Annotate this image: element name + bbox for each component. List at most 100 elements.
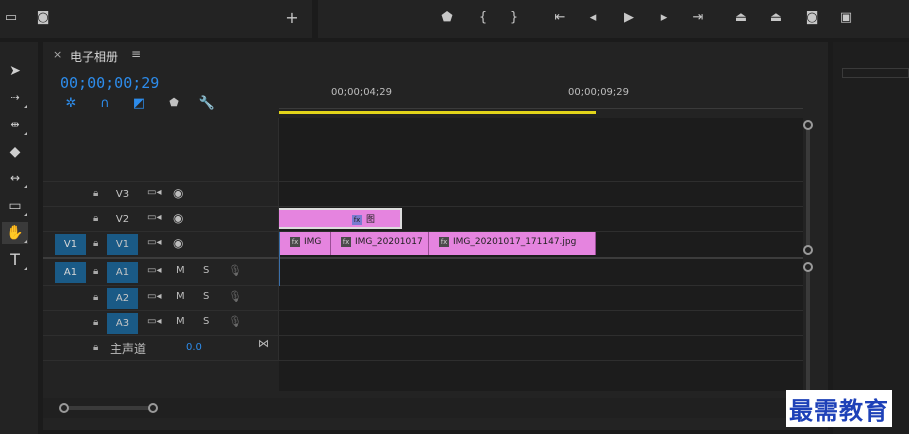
solo-button[interactable]: S <box>203 291 209 302</box>
lock-icon[interactable]: 🔒︎ <box>93 342 98 353</box>
timeline-settings-icon[interactable]: 🔧 <box>198 96 216 111</box>
source-patch-v1[interactable]: V1 <box>55 234 86 255</box>
export-frame-icon[interactable]: ▭ <box>2 10 20 26</box>
add-marker-icon[interactable]: ⬟ <box>165 96 183 109</box>
source-patch-a1[interactable]: A1 <box>55 262 86 283</box>
camera-icon[interactable]: ◙ <box>34 10 52 26</box>
hand-tool-icon[interactable]: ✋ <box>2 222 28 244</box>
scroll-handle[interactable] <box>803 262 813 272</box>
clip-v1[interactable]: fx IMG <box>280 232 331 255</box>
track-label-v1[interactable]: V1 <box>107 234 138 255</box>
eye-icon[interactable]: ◉ <box>173 236 183 250</box>
step-back-icon[interactable]: ◂ <box>584 10 602 26</box>
eye-icon[interactable]: ◉ <box>173 186 183 200</box>
audio-vertical-scrollbar[interactable] <box>806 267 810 395</box>
sync-lock-icon[interactable]: ▭◂ <box>147 187 161 198</box>
track-label-v2[interactable]: V2 <box>107 209 138 230</box>
play-icon[interactable]: ▶ <box>620 10 638 26</box>
video-vertical-scrollbar[interactable] <box>806 125 810 250</box>
sync-lock-icon[interactable]: ▭◂ <box>147 316 161 327</box>
step-forward-icon[interactable]: ▸ <box>655 10 673 26</box>
lock-icon[interactable]: 🔒︎ <box>93 188 98 199</box>
nest-toggle-icon[interactable]: ✲ <box>62 96 80 111</box>
clip-v2[interactable]: fx 图 <box>279 208 402 229</box>
track-label-a2[interactable]: A2 <box>107 288 138 309</box>
mark-in-icon[interactable]: { <box>474 10 492 26</box>
clip-label: 图 <box>366 215 376 225</box>
scroll-handle[interactable] <box>803 245 813 255</box>
clip-label: IMG_20201017 <box>355 237 423 247</box>
master-track-label: 主声道 <box>110 342 147 356</box>
fx-icon: fx <box>341 236 351 247</box>
microphone-icon[interactable]: 🎙︎ <box>228 264 242 277</box>
zoom-scroll-bar[interactable] <box>63 406 153 410</box>
sync-lock-icon[interactable]: ▭◂ <box>147 265 161 276</box>
master-volume-value[interactable]: 0.0 <box>186 342 202 353</box>
ripple-edit-tool-icon[interactable]: ⇹ <box>2 114 28 136</box>
zoom-scroll-track[interactable] <box>43 398 813 418</box>
video-audio-divider <box>43 257 803 259</box>
sync-lock-icon[interactable]: ▭◂ <box>147 212 161 223</box>
clip-v1[interactable]: fx IMG_20201017 <box>331 232 429 255</box>
microphone-icon[interactable]: 🎙︎ <box>228 315 242 328</box>
side-panel <box>833 42 909 434</box>
panel-tab-strip <box>842 68 909 78</box>
microphone-icon[interactable]: 🎙︎ <box>228 290 242 303</box>
panel-menu-icon[interactable]: ≡ <box>131 47 141 61</box>
fx-icon: fx <box>439 236 449 247</box>
track-a3-header: 🔒︎ A3 ▭◂ M S 🎙︎ <box>43 311 279 336</box>
plus-icon[interactable]: + <box>283 10 301 26</box>
watermark-logo: 最需教育 <box>786 390 892 427</box>
mark-out-icon[interactable]: } <box>505 10 523 26</box>
extract-icon[interactable]: ⏏ <box>767 10 785 26</box>
clip-label: IMG <box>304 237 322 247</box>
mute-button[interactable]: M <box>176 316 185 327</box>
fx-icon: fx <box>290 236 300 247</box>
track-label-v3[interactable]: V3 <box>107 184 138 205</box>
fx-icon: fx <box>352 214 362 225</box>
track-label-a1[interactable]: A1 <box>107 262 138 283</box>
work-area-bar[interactable] <box>279 111 596 114</box>
razor-tool-icon[interactable]: ◆ <box>2 141 28 163</box>
track-label-a3[interactable]: A3 <box>107 313 138 334</box>
zoom-handle-left[interactable] <box>59 403 69 413</box>
solo-button[interactable]: S <box>203 316 209 327</box>
rectangle-tool-icon[interactable]: ▭ <box>2 195 28 217</box>
lock-icon[interactable]: 🔒︎ <box>93 213 98 224</box>
zoom-handle-right[interactable] <box>148 403 158 413</box>
comparison-view-icon[interactable]: ▣ <box>837 10 855 26</box>
track-a2-header: 🔒︎ A2 ▭◂ M S 🎙︎ <box>43 286 279 311</box>
clip-v1[interactable]: fx IMG_20201017_171147.jpg <box>429 232 596 255</box>
playhead-timecode[interactable]: 00;00;00;29 <box>60 74 159 92</box>
selection-tool-icon[interactable]: ➤ <box>2 60 28 82</box>
go-to-out-icon[interactable]: ⇥ <box>689 10 707 26</box>
sequence-tab-title[interactable]: 电子相册 <box>70 48 118 65</box>
lock-icon[interactable]: 🔒︎ <box>93 266 98 277</box>
lift-icon[interactable]: ⏏ <box>732 10 750 26</box>
mute-button[interactable]: M <box>176 265 185 276</box>
ruler-baseline <box>279 108 803 109</box>
track-v3-header: 🔒︎ V3 ▭◂ ◉ <box>43 182 279 207</box>
snap-icon[interactable]: ∩ <box>96 96 114 111</box>
sync-lock-icon[interactable]: ▭◂ <box>147 291 161 302</box>
eye-icon[interactable]: ◉ <box>173 211 183 225</box>
linked-selection-icon[interactable]: ◩ <box>130 96 148 111</box>
solo-button[interactable]: S <box>203 265 209 276</box>
track-select-tool-icon[interactable]: ⇢ <box>2 87 28 109</box>
scroll-handle[interactable] <box>803 120 813 130</box>
playhead-line[interactable] <box>279 232 280 286</box>
clip-label: IMG_20201017_171147.jpg <box>453 237 577 247</box>
type-tool-icon[interactable]: T <box>2 249 28 271</box>
close-panel-icon[interactable]: × <box>53 48 62 61</box>
export-frame-icon[interactable]: ◙ <box>803 10 821 26</box>
program-monitor-transport-bar: ⬟ { } ⇤ ◂ ▶ ▸ ⇥ ⏏ ⏏ ◙ ▣ <box>318 0 909 38</box>
lock-icon[interactable]: 🔒︎ <box>93 317 98 328</box>
sync-lock-icon[interactable]: ▭◂ <box>147 237 161 248</box>
go-to-end-icon[interactable]: ⋈ <box>258 337 269 350</box>
mute-button[interactable]: M <box>176 291 185 302</box>
slip-tool-icon[interactable]: ↔ <box>2 167 28 189</box>
lock-icon[interactable]: 🔒︎ <box>93 238 98 249</box>
lock-icon[interactable]: 🔒︎ <box>93 292 98 303</box>
go-to-in-icon[interactable]: ⇤ <box>551 10 569 26</box>
marker-icon[interactable]: ⬟ <box>438 10 456 26</box>
